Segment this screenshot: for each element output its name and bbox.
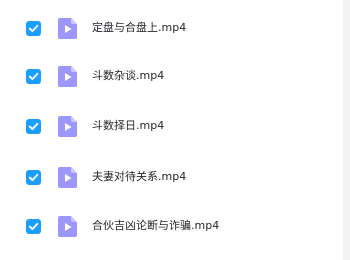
video-file-icon [58,66,77,87]
file-list: 定盘与合盘上.mp4 斗数杂谈.mp4 斗数择日.mp4 夫妻对待关系.mp4 … [0,0,343,260]
video-file-icon [58,18,77,39]
video-file-icon [58,167,77,188]
checkbox-checked-icon[interactable] [26,21,41,36]
video-file-icon [58,216,77,237]
file-row[interactable]: 合伙吉凶论断与诈骗.mp4 [0,201,343,251]
file-name[interactable]: 斗数杂谈.mp4 [92,66,164,86]
video-file-icon [58,116,77,137]
checkbox-checked-icon[interactable] [26,119,41,134]
checkbox-checked-icon[interactable] [26,170,41,185]
file-row[interactable]: 定盘与合盘上.mp4 [0,3,343,53]
checkbox-checked-icon[interactable] [26,219,41,234]
file-row[interactable]: 斗数择日.mp4 [0,101,343,151]
file-name[interactable]: 合伙吉凶论断与诈骗.mp4 [92,216,219,236]
file-row[interactable]: 斗数杂谈.mp4 [0,51,343,101]
file-name[interactable]: 定盘与合盘上.mp4 [92,18,186,38]
file-name[interactable]: 斗数择日.mp4 [92,116,164,136]
file-row[interactable]: 夫妻对待关系.mp4 [0,152,343,202]
checkbox-checked-icon[interactable] [26,69,41,84]
file-name[interactable]: 夫妻对待关系.mp4 [92,167,186,187]
scroll-area-edge [343,0,350,260]
